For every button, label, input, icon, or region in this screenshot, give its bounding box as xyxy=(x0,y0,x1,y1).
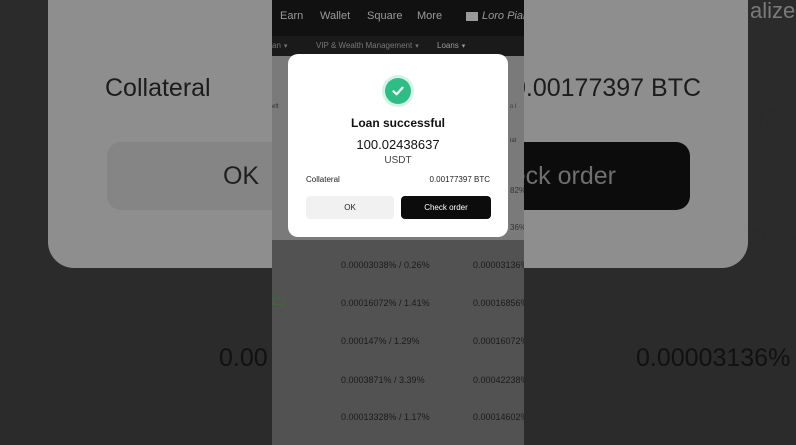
sub-nav: an ▾ VIP & Wealth Management ▾ Loans ▾ xyxy=(272,36,524,56)
table-row-left: 0.0003871% / 3.39% xyxy=(341,375,425,385)
table-row-right: 0.00016072% xyxy=(473,336,524,346)
chevron-down-icon: ▾ xyxy=(415,43,419,50)
table-fragment: lat xyxy=(510,138,517,144)
flag-icon xyxy=(466,11,478,21)
table-row-left: 0.000147% / 1.29% xyxy=(341,336,420,346)
loan-currency: USDT xyxy=(384,155,412,166)
background-right-partial: alize xyxy=(750,0,796,23)
table-fragment: o l xyxy=(510,104,517,110)
table-row-left: 0.00016072% / 1.41% xyxy=(341,298,430,308)
nav-item-more[interactable]: More xyxy=(417,10,442,22)
table-row-left: 0.00003038% / 0.26% xyxy=(341,260,430,270)
nav-item-earn[interactable]: Earn xyxy=(280,10,303,22)
collateral-label: Collateral xyxy=(306,175,340,184)
background-collateral-label: Collateral xyxy=(105,74,211,102)
nav-item-square[interactable]: Square xyxy=(367,10,402,22)
background-right-bottom-value: 0.00003136% xyxy=(636,344,791,372)
modal-title: Loan successful xyxy=(350,116,446,130)
collateral-value: 0.00177397 BTC xyxy=(429,175,491,184)
sub-nav-item-loan[interactable]: an ▾ xyxy=(272,41,287,50)
sub-nav-item-vip[interactable]: VIP & Wealth Management ▾ xyxy=(316,41,419,50)
ok-button[interactable]: OK xyxy=(306,196,394,219)
table-fragment: 36% xyxy=(510,223,524,232)
sub-nav-item-loans[interactable]: Loans ▾ xyxy=(437,41,465,50)
chevron-down-icon: ▾ xyxy=(461,43,466,50)
nav-item-wallet[interactable]: Wallet xyxy=(320,10,350,22)
table-row-right: 0.00014602% xyxy=(473,412,524,422)
chevron-down-icon: ▾ xyxy=(283,43,288,50)
background-right-pct-1: 82% xyxy=(750,104,796,132)
check-order-button[interactable]: Check order xyxy=(401,196,491,219)
tag-icon xyxy=(272,298,285,305)
table-fragment: 82% xyxy=(510,186,524,195)
checkmark-icon xyxy=(392,86,404,96)
background-left-bottom-value: 0.00 xyxy=(219,344,268,372)
loan-success-modal: Loan successful 100.02438637 USDT Collat… xyxy=(288,54,508,237)
check-circle-icon xyxy=(385,78,411,104)
table-row-right: 0.00042238% xyxy=(473,375,524,385)
top-nav: Earn Wallet Square More Loro Piana xyxy=(272,0,524,36)
table-row-right: 0.00016856% xyxy=(473,298,524,308)
table-fragment: eft xyxy=(272,104,279,110)
nav-brand-label: Loro Piana xyxy=(482,10,524,22)
background-collateral-value: 0.00177397 BTC xyxy=(512,74,702,102)
loan-amount: 100.02438637 xyxy=(356,137,440,152)
nav-brand[interactable]: Loro Piana xyxy=(466,10,524,22)
table-row-left: 0.00013328% / 1.17% xyxy=(341,412,430,422)
table-row-right: 0.00003136% xyxy=(473,260,524,270)
background-right-pct-2: 36% xyxy=(747,224,796,252)
